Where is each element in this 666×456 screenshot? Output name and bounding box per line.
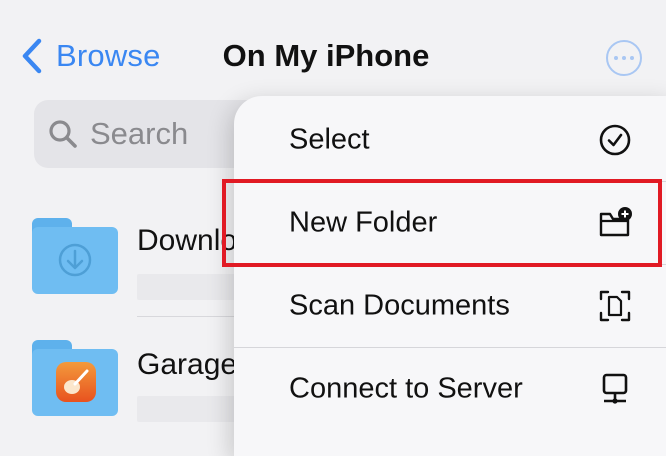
search-icon <box>49 120 77 148</box>
doc-scan-icon <box>599 290 631 322</box>
menu-item-select[interactable]: Select <box>234 99 666 181</box>
menu-item-label: Scan Documents <box>289 289 510 322</box>
context-menu: Select New Folder Scan Documents Connect… <box>234 96 666 456</box>
highlight-box <box>222 179 662 267</box>
garageband-folder-icon <box>32 340 118 416</box>
download-folder-icon <box>32 218 118 294</box>
menu-item-connect-to-server[interactable]: Connect to Server <box>234 348 666 430</box>
more-options-button[interactable] <box>606 40 642 76</box>
ellipsis-circle-icon <box>614 56 618 60</box>
menu-item-label: Select <box>289 123 370 156</box>
search-placeholder: Search <box>90 116 189 151</box>
menu-item-scan-documents[interactable]: Scan Documents <box>234 265 666 347</box>
menu-item-label: Connect to Server <box>289 372 523 405</box>
file-name: Garage <box>137 348 238 381</box>
page-title: On My iPhone <box>222 38 430 73</box>
checkmark-circle-icon <box>599 124 631 156</box>
server-monitor-icon <box>602 373 628 404</box>
